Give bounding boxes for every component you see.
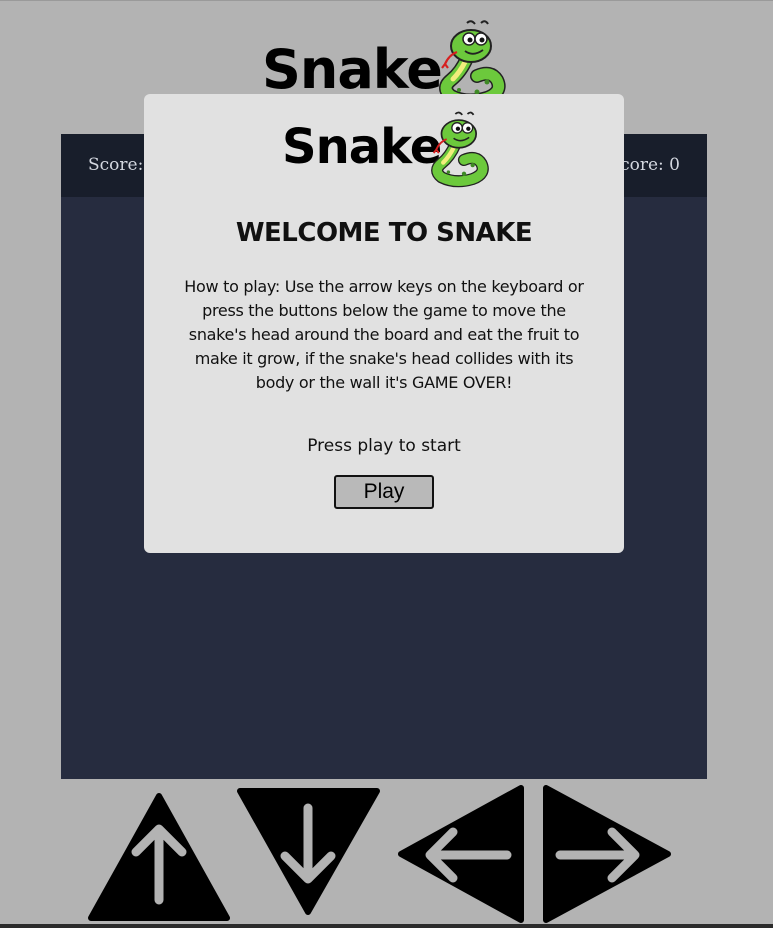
bottom-border	[0, 924, 773, 928]
welcome-modal: Snake WELCOME TO SNAKE How to play: Use …	[144, 94, 624, 553]
right-button[interactable]	[542, 785, 672, 923]
top-border	[0, 0, 773, 1]
arrow-down-icon	[237, 788, 380, 915]
arrow-left-icon	[398, 785, 524, 923]
start-prompt: Press play to start	[307, 436, 461, 456]
down-button[interactable]	[237, 788, 380, 916]
arrow-up-icon	[88, 793, 230, 921]
logo-text: Snake	[262, 38, 443, 101]
app-logo: Snake	[262, 18, 512, 103]
up-button[interactable]	[88, 792, 230, 922]
left-button[interactable]	[397, 785, 525, 923]
modal-logo: Snake	[282, 104, 492, 189]
play-button[interactable]: Play	[334, 475, 434, 509]
arrow-right-icon	[543, 785, 671, 923]
modal-title: WELCOME TO SNAKE	[235, 218, 533, 248]
snake-mascot-icon	[431, 111, 489, 188]
instructions-text: How to play: Use the arrow keys on the k…	[184, 277, 584, 392]
score-label: Score:	[88, 155, 144, 175]
snake-mascot-icon	[439, 20, 506, 103]
